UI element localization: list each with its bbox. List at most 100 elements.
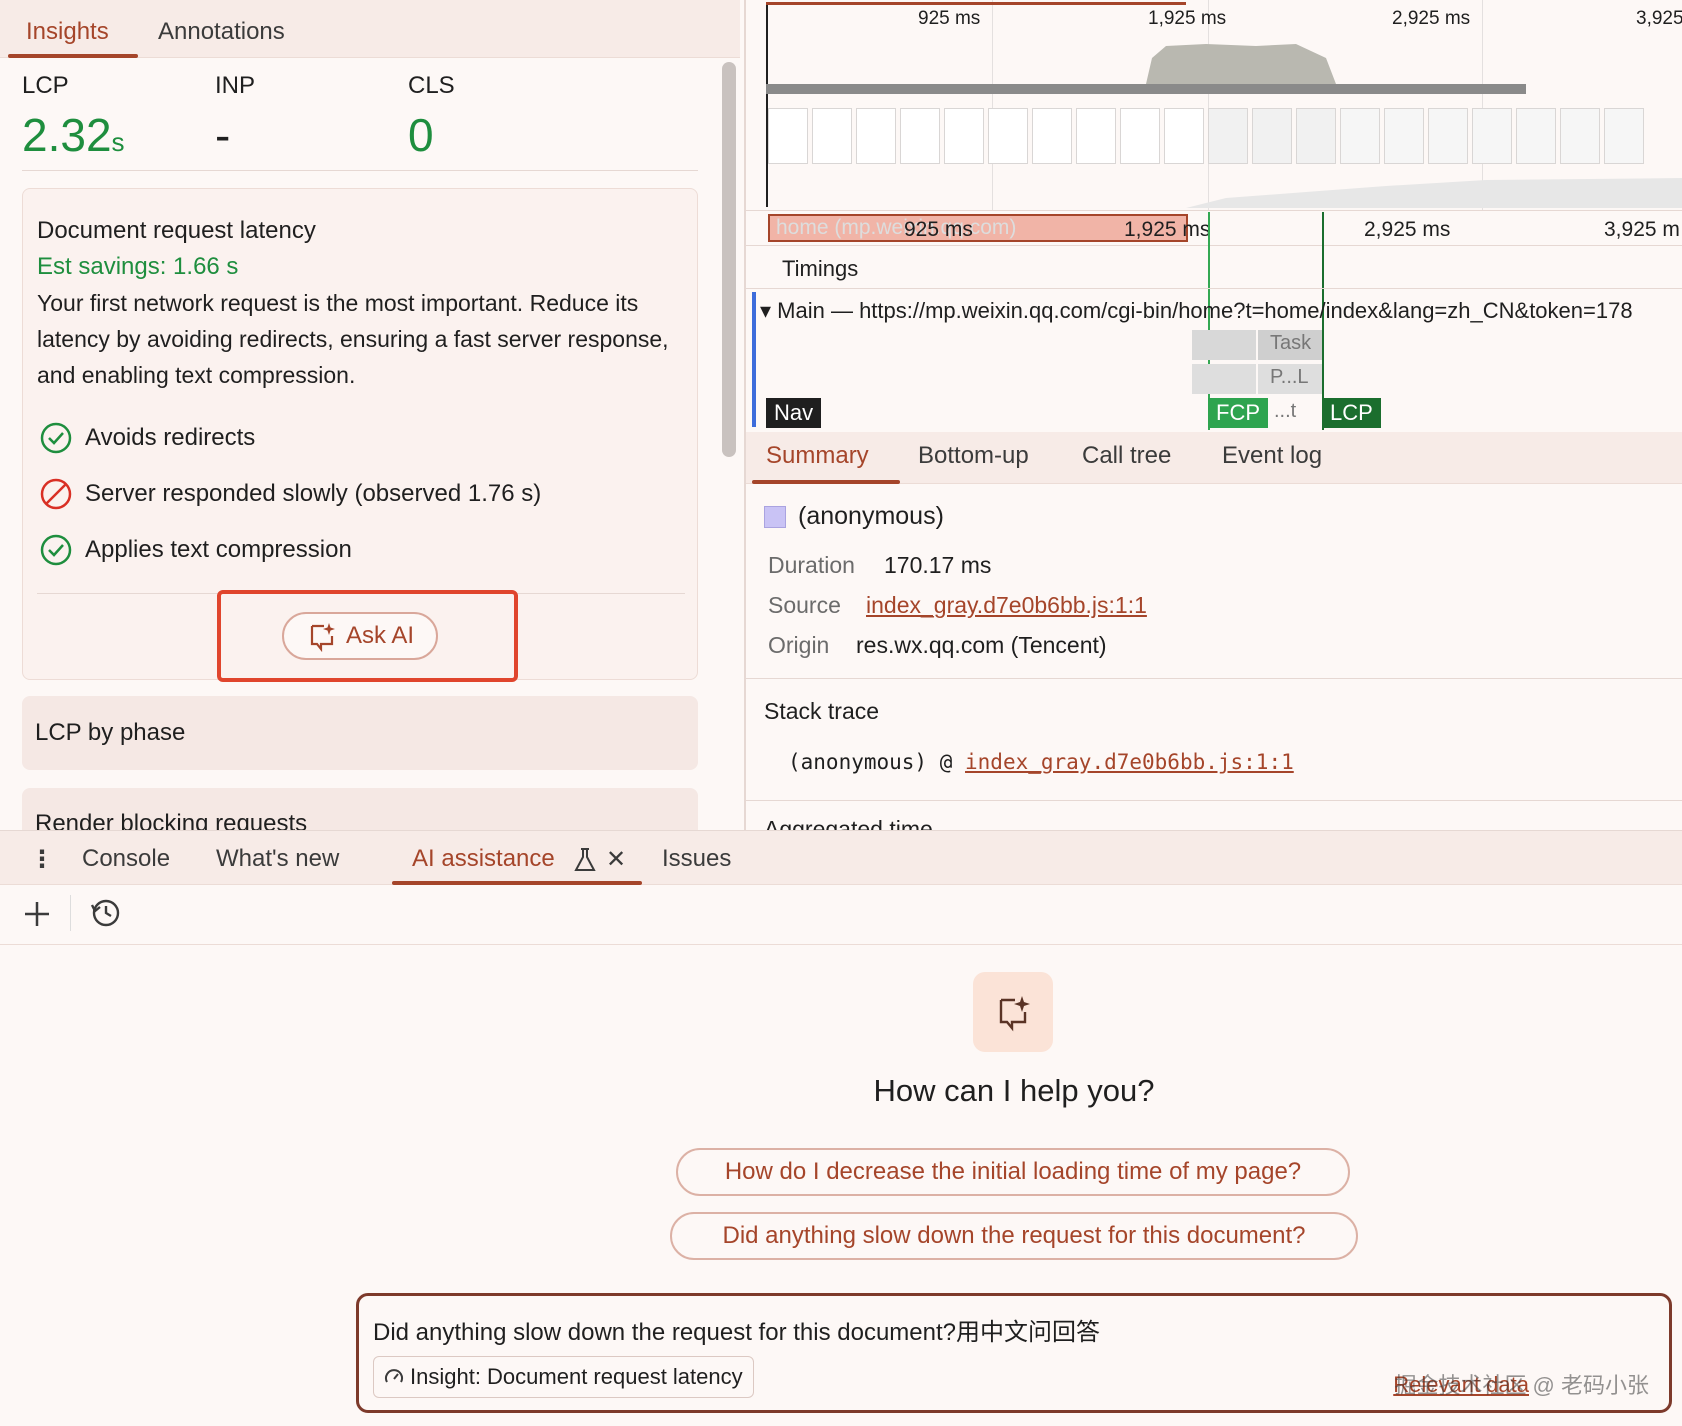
stack-trace-title: Stack trace xyxy=(764,698,880,724)
filmstrip-frame xyxy=(1384,108,1424,164)
summary-divider xyxy=(746,800,1682,801)
toolbar-separator xyxy=(70,895,71,931)
metric-label-lcp: LCP xyxy=(22,72,69,99)
stack-frame: (anonymous) @ index_gray.d7e0b6bb.js:1:1 xyxy=(788,750,1294,774)
tab-issues[interactable]: Issues xyxy=(662,845,731,873)
insight-title: Document request latency xyxy=(37,217,316,244)
tab-summary[interactable]: Summary xyxy=(766,442,869,470)
tab-event-log[interactable]: Event log xyxy=(1222,442,1322,470)
check-label: Server responded slowly (observed 1.76 s… xyxy=(85,480,542,507)
tab-active-indicator xyxy=(8,54,138,58)
insight-description: Your first network request is the most i… xyxy=(37,290,669,388)
gauge-icon xyxy=(385,1369,403,1383)
section-lcp-by-phase[interactable]: LCP by phase xyxy=(22,696,698,770)
ask-ai-button[interactable]: Ask AI xyxy=(282,612,438,660)
metric-label-inp: INP xyxy=(215,72,256,99)
expand-arrow-icon[interactable]: ▾ xyxy=(760,298,777,323)
filmstrip-frame xyxy=(1164,108,1204,164)
network-request-label: home (mp.weixin.qq.com) xyxy=(776,216,1017,239)
tab-call-tree[interactable]: Call tree xyxy=(1082,442,1171,470)
filmstrip-frame xyxy=(988,108,1028,164)
nav-marker[interactable]: Nav xyxy=(766,398,822,428)
category-swatch xyxy=(764,506,786,528)
flame-block[interactable] xyxy=(1192,364,1256,394)
filmstrip-frame xyxy=(1560,108,1600,164)
suggestion-chip[interactable]: Did anything slow down the request for t… xyxy=(670,1212,1358,1260)
network-overview-bar xyxy=(766,84,1526,94)
origin-key: Origin xyxy=(768,632,830,658)
task-short-label: ...t xyxy=(1274,400,1297,422)
blocked-circle-icon xyxy=(40,478,72,510)
flame-block[interactable]: P...L xyxy=(1258,364,1322,394)
check-label: Applies text compression xyxy=(85,536,352,563)
insights-scrollbar[interactable] xyxy=(722,62,736,457)
ruler-label: 3,925 xyxy=(1636,8,1682,29)
experiment-flask-icon xyxy=(574,848,596,871)
check-row-compression: Applies text compression xyxy=(39,533,352,567)
track-divider xyxy=(746,288,1682,289)
tab-insights[interactable]: Insights xyxy=(26,18,109,46)
fcp-marker[interactable]: FCP xyxy=(1208,398,1268,428)
ai-sparkle-icon xyxy=(999,996,1030,1032)
context-chip[interactable]: Insight: Document request latency xyxy=(373,1356,754,1398)
close-tab-icon[interactable]: ✕ xyxy=(606,845,626,874)
metrics-divider xyxy=(22,170,698,171)
summary-title: (anonymous) xyxy=(798,502,944,530)
filmstrip-frame xyxy=(768,108,808,164)
filmstrip-frame xyxy=(1340,108,1380,164)
stack-link[interactable]: index_gray.d7e0b6bb.js:1:1 xyxy=(965,750,1294,774)
section-render-blocking[interactable]: Render blocking requests xyxy=(22,788,698,830)
aggregated-time-title: Aggregated time xyxy=(764,816,933,830)
chat-input-text[interactable]: Did anything slow down the request for t… xyxy=(373,1312,1100,1347)
lcp-marker[interactable]: LCP xyxy=(1322,398,1381,428)
selection-range[interactable] xyxy=(766,2,1186,5)
metric-label-cls: CLS xyxy=(408,72,455,99)
filmstrip-frame xyxy=(1032,108,1072,164)
help-heading: How can I help you? xyxy=(873,1073,1155,1108)
tab-ai-assistance[interactable]: AI assistance xyxy=(412,845,555,873)
suggestion-chip[interactable]: How do I decrease the initial loading ti… xyxy=(676,1148,1350,1196)
ask-ai-label: Ask AI xyxy=(345,622,415,649)
task-label: Task xyxy=(1270,332,1312,354)
filmstrip-frame xyxy=(900,108,940,164)
summary-divider xyxy=(746,678,1682,679)
flame-block-task[interactable]: Task xyxy=(1258,330,1322,360)
main-track-label[interactable]: ▾ Main — https://mp.weixin.qq.com/cgi-bi… xyxy=(760,298,1633,324)
check-circle-icon xyxy=(40,534,72,566)
drawer-menu-icon[interactable]: ⋮ xyxy=(30,845,54,874)
history-icon[interactable] xyxy=(90,897,122,929)
cpu-activity-graph xyxy=(1146,44,1336,84)
origin-value: res.wx.qq.com (Tencent) xyxy=(856,632,1107,658)
timings-track-label[interactable]: Timings xyxy=(782,256,858,282)
ruler-label: 925 ms xyxy=(918,8,981,29)
chat-input-box[interactable]: Did anything slow down the request for t… xyxy=(356,1293,1672,1413)
tab-whats-new[interactable]: What's new xyxy=(216,845,339,873)
tab-console[interactable]: Console xyxy=(82,845,170,873)
main-ruler-label: 2,925 ms xyxy=(1364,218,1451,241)
filmstrip-frame xyxy=(1604,108,1644,164)
gridline xyxy=(992,0,993,210)
tab-bottom-up[interactable]: Bottom-up xyxy=(918,442,1029,470)
main-ruler-label: 3,925 m xyxy=(1604,218,1680,241)
metric-value-cls: 0 xyxy=(408,109,434,161)
tab-annotations[interactable]: Annotations xyxy=(158,18,285,46)
memory-graph xyxy=(1186,178,1682,208)
new-chat-plus-icon[interactable] xyxy=(22,899,52,929)
check-row-server: Server responded slowly (observed 1.76 s… xyxy=(39,477,541,511)
tab-active-indicator xyxy=(752,480,900,484)
filmstrip-frame xyxy=(1208,108,1248,164)
watermark-text: 掘金技术社区 @ 老码小张 xyxy=(1394,1373,1649,1398)
ruler-label: 2,925 ms xyxy=(1392,8,1471,29)
main-track-url: Main — https://mp.weixin.qq.com/cgi-bin/… xyxy=(777,298,1633,323)
flame-block[interactable] xyxy=(1192,330,1256,360)
filmstrip-frame xyxy=(1516,108,1556,164)
ruler-label: 1,925 ms xyxy=(1148,8,1227,29)
check-row-redirects: Avoids redirects xyxy=(39,421,255,455)
check-label: Avoids redirects xyxy=(85,424,256,451)
duration-key: Duration xyxy=(768,552,855,578)
filmstrip-frame xyxy=(1296,108,1336,164)
track-selection-indicator xyxy=(752,292,756,427)
performance-panel: 925 ms 1,925 ms 2,925 ms 3,925 home (mp.… xyxy=(744,0,1682,830)
source-link[interactable]: index_gray.d7e0b6bb.js:1:1 xyxy=(866,592,1147,619)
filmstrip-frame xyxy=(1252,108,1292,164)
